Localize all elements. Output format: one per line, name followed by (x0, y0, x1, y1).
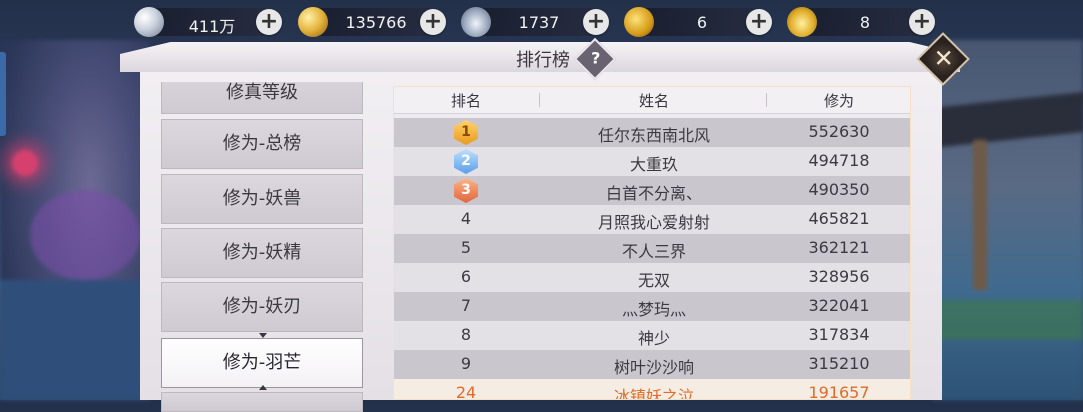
table-row[interactable]: 6 无双 328956 (394, 263, 910, 292)
currency-value: 8 (859, 13, 871, 32)
player-name: 冰镇妖之泣 (613, 387, 694, 400)
category-tab-cultivation-total[interactable]: 修为-总榜 (161, 119, 363, 169)
gold-ingot-icon (787, 7, 817, 37)
table-row[interactable]: 3 白首不分离、 490350 (394, 176, 910, 205)
player-name: 白首不分离、 (605, 184, 702, 203)
player-name: 不人三界 (621, 242, 686, 261)
table-header: 排名 姓名 修为 (394, 87, 910, 114)
category-tab-cultivation-beast[interactable]: 修为-妖兽 (161, 174, 363, 224)
rank-bronze-badge-icon: 3 (454, 178, 478, 203)
category-tab-cultivation-blade[interactable]: 修为-妖刃 (161, 282, 363, 332)
player-name: 任尔东西南北风 (597, 126, 710, 145)
player-score: 317834 (808, 325, 870, 344)
column-header-name: 姓名 (638, 92, 669, 110)
page-title: 排行榜 (516, 50, 570, 71)
background-grass (933, 300, 1083, 340)
table-row[interactable]: 2 大重玖 494718 (394, 147, 910, 176)
rank-number: 7 (460, 296, 472, 315)
currency-gold-ingot: 8 + (787, 7, 935, 37)
player-score: 328956 (808, 267, 870, 286)
rank-number: 6 (460, 267, 472, 286)
column-header-score: 修为 (823, 92, 854, 110)
currency-value: 411万 (188, 17, 236, 36)
player-name: 大重玖 (629, 155, 678, 174)
category-label: 修为-妖兽 (222, 188, 302, 209)
currency-gold-coin: 135766 + (298, 7, 446, 37)
table-row[interactable]: 7 灬梦玙灬 322041 (394, 292, 910, 321)
background-pillar (973, 140, 987, 290)
table-row[interactable]: 5 不人三界 362121 (394, 234, 910, 263)
close-icon: ✕ (933, 44, 954, 73)
rank-number: 24 (455, 383, 477, 400)
background-foliage (30, 190, 140, 280)
table-row[interactable]: 1 任尔东西南北风 552630 (394, 118, 910, 147)
add-gold-coin-button[interactable]: + (420, 9, 446, 35)
currency-value: 1737 (518, 13, 560, 32)
table-row[interactable]: 9 树叶沙沙响 315210 (394, 350, 910, 379)
currency-value: 135766 (345, 13, 407, 32)
player-name: 神少 (637, 329, 670, 348)
rank-gold-badge-icon: 1 (454, 120, 478, 145)
rank-number: 4 (460, 209, 472, 228)
side-drawer-tab[interactable] (0, 52, 6, 136)
currency-silver-ingot: 1737 + (461, 7, 609, 37)
player-name: 树叶沙沙响 (613, 358, 694, 377)
scroll-indicator-icon (259, 385, 267, 390)
category-label: 修为-羽芒 (222, 352, 302, 373)
column-divider (539, 93, 540, 107)
player-name: 月照我心爱射射 (597, 213, 710, 232)
background-scene-right (933, 40, 1083, 400)
category-tab-cultivation-spirit[interactable]: 修为-妖精 (161, 228, 363, 278)
player-score: 465821 (808, 209, 870, 228)
category-label: 修为-妖精 (222, 242, 302, 263)
category-label: 修为-妖刃 (222, 296, 302, 317)
rank-silver-badge-icon: 2 (454, 149, 478, 174)
player-name: 无双 (637, 271, 670, 290)
player-score: 490350 (808, 180, 870, 199)
lantern-glow (12, 150, 38, 176)
currency-locked-gold: 6 + (624, 7, 772, 37)
currency-bar: 411万 + 135766 + 1737 + 6 + 8 + (130, 4, 940, 40)
player-score: 322041 (808, 296, 870, 315)
silver-ingot-icon (461, 7, 491, 37)
currency-silver-coin: 411万 + (134, 7, 282, 37)
currency-value: 6 (696, 13, 708, 32)
add-silver-coin-button[interactable]: + (256, 9, 282, 35)
add-gold-ingot-button[interactable]: + (909, 9, 935, 35)
category-tab-cultivation-feather[interactable]: 修为-羽芒 (161, 338, 363, 388)
player-score: 552630 (808, 122, 870, 141)
rank-number: 8 (460, 325, 472, 344)
player-score: 362121 (808, 238, 870, 257)
player-score: 315210 (808, 354, 870, 373)
locked-gold-icon (624, 7, 654, 37)
player-score: 191657 (808, 383, 870, 400)
column-divider (766, 93, 767, 107)
table-row[interactable]: 4 月照我心爱射射 465821 (394, 205, 910, 234)
category-label: 修真等级 (226, 82, 298, 103)
rank-number: 9 (460, 354, 472, 373)
ranking-table: 排名 姓名 修为 1 任尔东西南北风 552630 2 大重玖 494718 3… (393, 86, 911, 400)
background-ground (0, 280, 150, 400)
rank-number: 5 (460, 238, 472, 257)
player-name: 灬梦玙灬 (621, 300, 686, 319)
background-scene-left (0, 40, 150, 400)
category-label: 修为-总榜 (222, 133, 302, 154)
player-score: 494718 (808, 151, 870, 170)
self-rank-row[interactable]: 24 冰镇妖之泣 191657 (394, 379, 910, 400)
add-silver-ingot-button[interactable]: + (583, 9, 609, 35)
category-tab-next[interactable] (161, 392, 363, 412)
silver-coin-icon (134, 7, 164, 37)
background-roof (933, 92, 1083, 148)
add-locked-gold-button[interactable]: + (746, 9, 772, 35)
gold-coin-icon (298, 7, 328, 37)
question-icon: ? (591, 48, 601, 68)
column-header-rank: 排名 (450, 92, 481, 110)
table-row[interactable]: 8 神少 317834 (394, 321, 910, 350)
